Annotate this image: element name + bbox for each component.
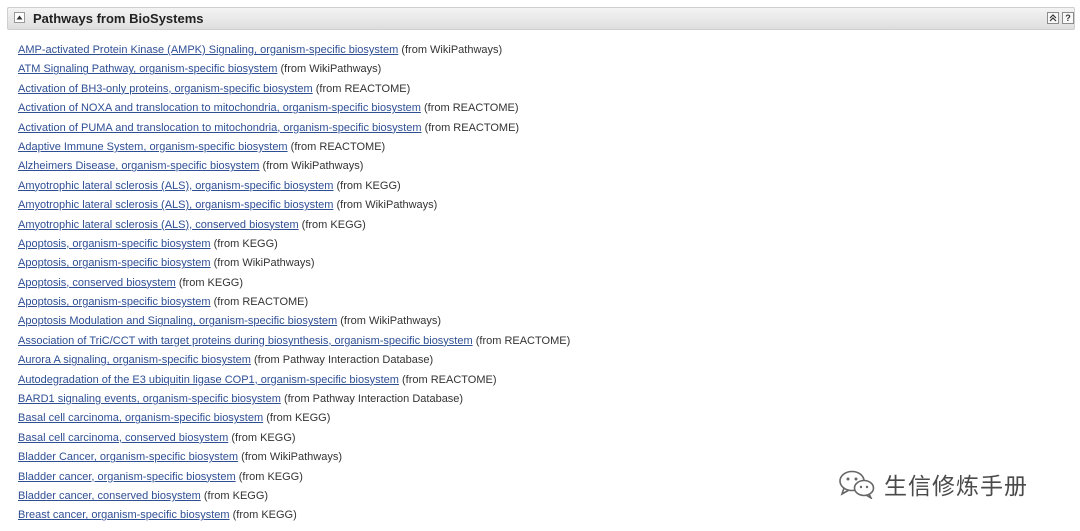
pathway-row: Bladder cancer, organism-specific biosys…	[18, 468, 570, 487]
pathway-link[interactable]: Apoptosis, conserved biosystem	[18, 277, 176, 289]
pathway-link[interactable]: Alzheimers Disease, organism-specific bi…	[18, 160, 259, 172]
pathway-link[interactable]: Apoptosis Modulation and Signaling, orga…	[18, 315, 337, 327]
pathway-link[interactable]: Adaptive Immune System, organism-specifi…	[18, 141, 288, 153]
pathway-source: (from REACTOME)	[315, 82, 411, 95]
pathway-row: Amyotrophic lateral sclerosis (ALS), org…	[18, 196, 570, 215]
collapse-all-button[interactable]	[1047, 12, 1059, 24]
pathway-link[interactable]: Apoptosis, organism-specific biosystem	[18, 257, 211, 269]
pathway-link[interactable]: Bladder Cancer, organism-specific biosys…	[18, 451, 238, 463]
pathway-link[interactable]: Bladder cancer, conserved biosystem	[18, 490, 201, 502]
pathway-row: Aurora A signaling, organism-specific bi…	[18, 351, 570, 370]
pathway-row: Amyotrophic lateral sclerosis (ALS), org…	[18, 177, 570, 196]
pathway-source: (from KEGG)	[266, 412, 331, 425]
pathway-row: Breast cancer, organism-specific biosyst…	[18, 506, 570, 525]
pathway-source: (from KEGG)	[301, 218, 366, 231]
pathway-link[interactable]: Activation of BH3-only proteins, organis…	[18, 83, 313, 95]
pathway-source: (from REACTOME)	[402, 373, 497, 386]
question-mark-icon: ?	[1065, 13, 1071, 23]
pathway-row: Apoptosis, organism-specific biosystem (…	[18, 254, 570, 273]
pathway-row: Apoptosis, conserved biosystem (from KEG…	[18, 274, 570, 293]
pathway-link[interactable]: Amyotrophic lateral sclerosis (ALS), org…	[18, 180, 333, 192]
pathway-source: (from KEGG)	[336, 179, 401, 192]
pathway-row: Bladder cancer, conserved biosystem (fro…	[18, 487, 570, 506]
pathway-link[interactable]: Amyotrophic lateral sclerosis (ALS), con…	[18, 219, 299, 231]
pathway-link[interactable]: Bladder cancer, organism-specific biosys…	[18, 471, 236, 483]
pathway-source: (from REACTOME)	[213, 296, 309, 309]
pathway-source: (from Pathway Interaction Database)	[283, 393, 464, 406]
pathway-row: Apoptosis Modulation and Signaling, orga…	[18, 312, 570, 331]
pathway-row: Alzheimers Disease, organism-specific bi…	[18, 157, 570, 176]
pathway-link[interactable]: Basal cell carcinoma, conserved biosyste…	[18, 432, 228, 444]
pathway-source: (from REACTOME)	[290, 140, 386, 153]
pathway-source: (from WikiPathways)	[401, 44, 503, 56]
pathway-link[interactable]: Amyotrophic lateral sclerosis (ALS), org…	[18, 199, 333, 211]
pathway-source: (from WikiPathways)	[213, 257, 315, 270]
pathway-source: (from WikiPathways)	[280, 63, 382, 76]
section-title: Pathways from BioSystems	[33, 11, 204, 26]
pathway-source: (from WikiPathways)	[262, 160, 364, 173]
triangle-up-icon	[16, 15, 23, 20]
pathway-link[interactable]: AMP-activated Protein Kinase (AMPK) Sign…	[18, 44, 398, 56]
pathway-source: (from KEGG)	[213, 237, 278, 250]
pathway-link[interactable]: Activation of PUMA and translocation to …	[18, 122, 422, 134]
pathway-row: Apoptosis, organism-specific biosystem (…	[18, 293, 570, 312]
pathway-source: (from Pathway Interaction Database)	[254, 354, 434, 367]
pathway-source: (from WikiPathways)	[340, 315, 442, 328]
pathway-link[interactable]: Autodegradation of the E3 ubiquitin liga…	[18, 374, 399, 386]
pathway-source: (from REACTOME)	[475, 334, 571, 347]
pathway-source: (from REACTOME)	[424, 121, 520, 134]
pathway-row: Basal cell carcinoma, organism-specific …	[18, 409, 570, 428]
pathway-source: (from WikiPathways)	[241, 451, 342, 464]
pathway-row: Adaptive Immune System, organism-specifi…	[18, 138, 570, 157]
pathway-row: BARD1 signaling events, organism-specifi…	[18, 390, 570, 409]
section-header: Pathways from BioSystems ?	[7, 7, 1075, 30]
pathway-link[interactable]: Apoptosis, organism-specific biosystem	[18, 296, 211, 308]
toggle-section-button[interactable]	[14, 12, 25, 23]
pathway-link[interactable]: Breast cancer, organism-specific biosyst…	[18, 509, 230, 521]
pathway-row: Amyotrophic lateral sclerosis (ALS), con…	[18, 216, 570, 235]
pathway-row: Apoptosis, organism-specific biosystem (…	[18, 235, 570, 254]
pathway-link[interactable]: ATM Signaling Pathway, organism-specific…	[18, 63, 277, 75]
pathway-list: AMP-activated Protein Kinase (AMPK) Sign…	[18, 41, 570, 526]
watermark-text: 生信修炼手册	[884, 474, 1028, 500]
watermark: 生信修炼手册	[838, 468, 1028, 500]
pathway-row: ATM Signaling Pathway, organism-specific…	[18, 60, 570, 79]
pathway-link[interactable]: Association of TriC/CCT with target prot…	[18, 335, 473, 347]
pathway-row: Activation of PUMA and translocation to …	[18, 119, 570, 138]
pathway-row: Activation of BH3-only proteins, organis…	[18, 80, 570, 99]
pathway-row: Basal cell carcinoma, conserved biosyste…	[18, 429, 570, 448]
pathway-source: (from KEGG)	[238, 470, 303, 483]
pathway-link[interactable]: Aurora A signaling, organism-specific bi…	[18, 354, 251, 366]
pathway-row: AMP-activated Protein Kinase (AMPK) Sign…	[18, 41, 570, 60]
help-button[interactable]: ?	[1062, 12, 1074, 24]
pathway-link[interactable]: BARD1 signaling events, organism-specifi…	[18, 393, 281, 405]
pathway-row: Activation of NOXA and translocation to …	[18, 99, 570, 118]
pathway-link[interactable]: Activation of NOXA and translocation to …	[18, 102, 421, 114]
pathway-row: Bladder Cancer, organism-specific biosys…	[18, 448, 570, 467]
pathway-link[interactable]: Basal cell carcinoma, organism-specific …	[18, 412, 263, 424]
pathway-source: (from REACTOME)	[423, 102, 519, 115]
pathway-row: Autodegradation of the E3 ubiquitin liga…	[18, 371, 570, 390]
wechat-logo-icon	[839, 470, 875, 499]
pathway-link[interactable]: Apoptosis, organism-specific biosystem	[18, 238, 211, 250]
pathway-source: (from KEGG)	[231, 431, 296, 444]
pathway-row: Association of TriC/CCT with target prot…	[18, 332, 570, 351]
pathway-source: (from WikiPathways)	[336, 199, 438, 212]
pathway-source: (from KEGG)	[203, 489, 269, 502]
pathway-source: (from KEGG)	[232, 509, 297, 522]
pathway-source: (from KEGG)	[178, 276, 243, 289]
double-chevron-up-icon	[1049, 14, 1057, 22]
